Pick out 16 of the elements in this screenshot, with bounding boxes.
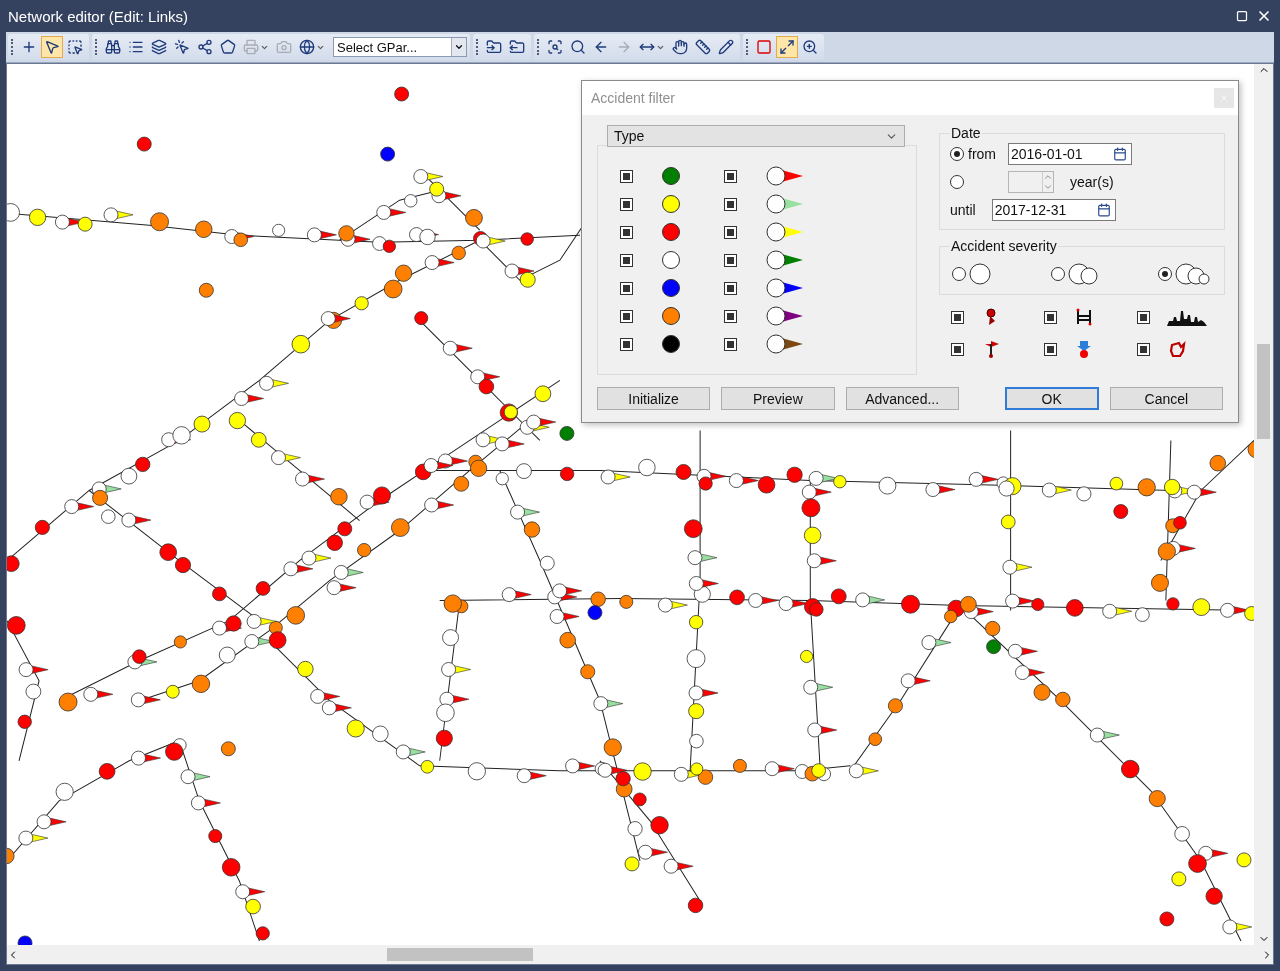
dialog-button[interactable]: Advanced... [845,387,959,410]
until-label: until [950,202,976,218]
group-label: Date [950,125,982,141]
group-label: Accident severity [950,238,1058,254]
layer-select[interactable]: Select GPar... [333,37,467,57]
dialog-button[interactable]: Initialize [597,387,711,410]
from-label: from [968,146,997,162]
dialog-button[interactable]: Preview [721,387,835,410]
date-field[interactable]: 2016-01-01 [1008,143,1132,165]
dialog-button[interactable]: Cancel [1109,387,1223,410]
window-title: Network editor (Edit: Links) [8,7,189,25]
years-label: year(s) [1070,174,1114,190]
date-field[interactable]: 2017-12-31 [991,199,1116,221]
dialog-button[interactable]: OK [1004,387,1099,410]
dialog-title: Accident filter [591,90,676,106]
type-select[interactable]: Type [607,125,905,147]
